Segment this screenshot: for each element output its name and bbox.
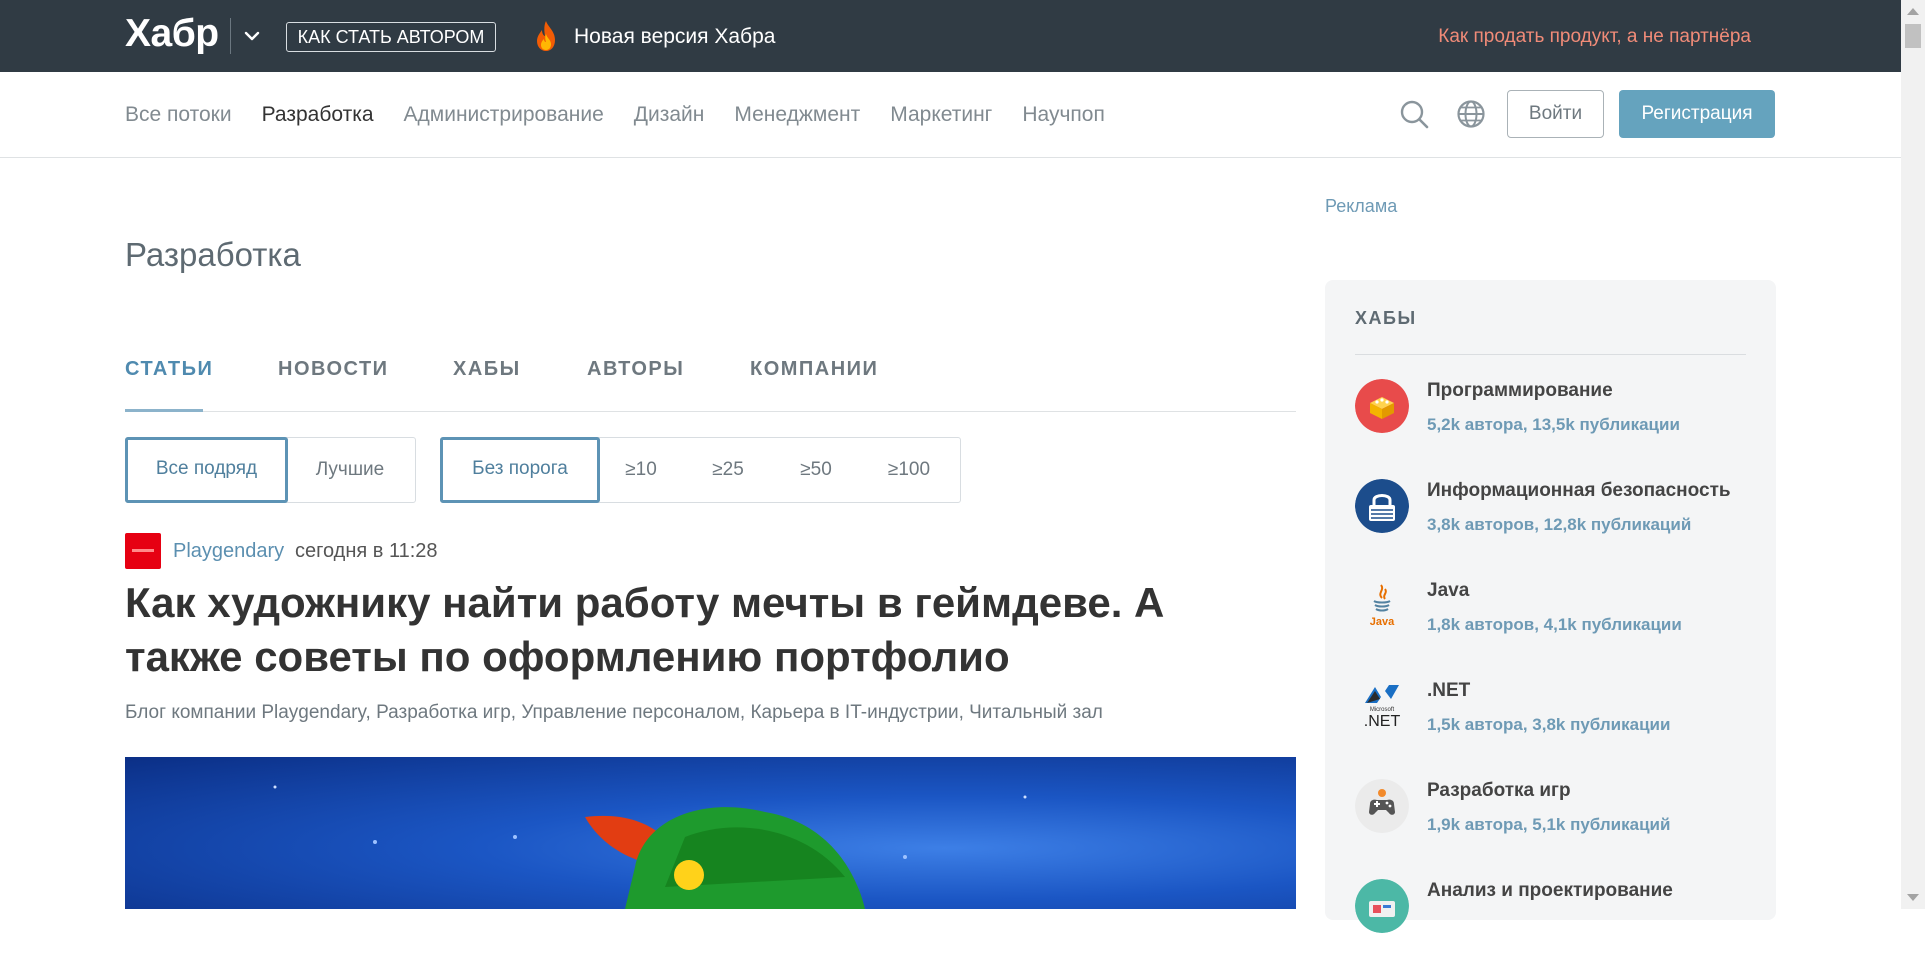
hub-stats: 3,8k авторов, 12,8k публикаций (1427, 515, 1692, 534)
hub-stats: 5,2k автора, 13,5k публикации (1427, 415, 1680, 434)
filter-rating-50[interactable]: ≥50 (773, 438, 859, 502)
flow-nav-list: Все потоки Разработка Администрирование … (125, 100, 1105, 130)
register-button[interactable]: Регистрация (1619, 90, 1775, 138)
hub-stats: 1,8k авторов, 4,1k публикации (1427, 615, 1682, 634)
tab-articles[interactable]: СТАТЬИ (125, 354, 213, 384)
cover-illustration (273, 785, 1027, 909)
habr-logo[interactable]: Хабр (125, 10, 219, 58)
rating-filter-group: Без порога ≥10 ≥25 ≥50 ≥100 (440, 437, 961, 503)
hub-name[interactable]: Анализ и проектирование (1427, 877, 1673, 905)
tab-companies[interactable]: КОМПАНИИ (750, 354, 878, 384)
sort-filter-group: Все подряд Лучшие (125, 437, 416, 503)
svg-text:.NET: .NET (1364, 713, 1401, 730)
nav-item-popsci[interactable]: Научпоп (1022, 100, 1104, 130)
globe-icon[interactable] (1455, 98, 1487, 130)
filter-all[interactable]: Все подряд (125, 437, 288, 503)
scroll-thumb[interactable] (1905, 24, 1921, 48)
hub-name[interactable]: .NET (1427, 677, 1470, 705)
nav-item-design[interactable]: Дизайн (634, 100, 705, 130)
top-bar: Хабр КАК СТАТЬ АВТОРОМ Новая версия Хабр… (0, 0, 1901, 72)
dotnet-icon: Microsoft .NET (1355, 679, 1409, 733)
nav-item-all-flows[interactable]: Все потоки (125, 100, 232, 130)
hub-name[interactable]: Информационная безопасность (1427, 477, 1731, 505)
hub-item[interactable]: Разработка игр 1,9k автора, 5,1k публика… (1355, 779, 1755, 859)
hub-name[interactable]: Java (1427, 577, 1469, 605)
tab-news[interactable]: НОВОСТИ (278, 354, 389, 384)
fire-icon (537, 21, 555, 51)
hubs-sidebar: ХАБЫ Программирование 5,2k автора, 13,5k… (1325, 280, 1776, 933)
company-avatar[interactable] (125, 533, 161, 569)
filter-rating-100[interactable]: ≥100 (859, 438, 959, 502)
scroll-up-arrow-icon[interactable] (1907, 8, 1919, 15)
login-button[interactable]: Войти (1507, 90, 1604, 138)
tab-authors[interactable]: АВТОРЫ (587, 354, 684, 384)
java-icon: Java (1355, 579, 1409, 633)
hubs-divider (1355, 354, 1746, 355)
post-cover-image[interactable] (125, 757, 1296, 909)
page-scrollbar[interactable] (1901, 0, 1925, 909)
security-icon (1355, 479, 1409, 533)
page-title: Разработка (125, 236, 301, 273)
hub-item[interactable]: Microsoft .NET .NET 1,5k автора, 3,8k пу… (1355, 679, 1755, 759)
analysis-icon (1355, 879, 1409, 933)
hub-name[interactable]: Разработка игр (1427, 777, 1571, 805)
chevron-down-icon[interactable] (240, 24, 264, 48)
company-name-link[interactable]: Playgendary (173, 536, 284, 566)
hub-item[interactable]: Анализ и проектирование (1355, 879, 1755, 959)
logo-divider (230, 18, 231, 54)
nav-item-development[interactable]: Разработка (262, 100, 374, 130)
ad-label: Реклама (1325, 196, 1398, 216)
hub-stats: 1,9k автора, 5,1k публикаций (1427, 815, 1671, 834)
nav-item-management[interactable]: Менеджмент (734, 100, 860, 130)
post-time: сегодня в 11:28 (295, 540, 438, 562)
filter-no-threshold[interactable]: Без порога (440, 437, 600, 503)
nav-item-marketing[interactable]: Маркетинг (890, 100, 992, 130)
filter-rating-10[interactable]: ≥10 (599, 438, 683, 502)
svg-text:Java: Java (1370, 616, 1395, 628)
hubs-title: ХАБЫ (1355, 308, 1417, 328)
new-version-link[interactable]: Новая версия Хабра (574, 22, 775, 52)
filter-best[interactable]: Лучшие (287, 438, 413, 502)
active-tab-indicator (125, 409, 203, 412)
main-nav: Все потоки Разработка Администрирование … (0, 72, 1901, 158)
content-tabs: СТАТЬИ НОВОСТИ ХАБЫ АВТОРЫ КОМПАНИИ (125, 340, 1296, 412)
post-title[interactable]: Как художнику найти работу мечты в геймд… (125, 576, 1275, 684)
hub-item[interactable]: Java Java 1,8k авторов, 4,1k публикации (1355, 579, 1755, 659)
gamedev-icon (1355, 779, 1409, 833)
search-icon[interactable] (1398, 98, 1430, 130)
hub-stats: 1,5k автора, 3,8k публикации (1427, 715, 1671, 734)
filter-rating-25[interactable]: ≥25 (683, 438, 773, 502)
hub-item[interactable]: Информационная безопасность 3,8k авторов… (1355, 479, 1755, 559)
hub-item[interactable]: Программирование 5,2k автора, 13,5k публ… (1355, 379, 1755, 459)
how-to-become-author-button[interactable]: КАК СТАТЬ АВТОРОМ (286, 22, 496, 52)
programming-icon (1355, 379, 1409, 433)
scroll-down-arrow-icon[interactable] (1907, 894, 1919, 901)
tab-hubs[interactable]: ХАБЫ (453, 354, 521, 384)
hub-name[interactable]: Программирование (1427, 377, 1613, 405)
post-hubs[interactable]: Блог компании Playgendary, Разработка иг… (125, 699, 1103, 727)
promo-link[interactable]: Как продать продукт, а не партнёра (1438, 22, 1751, 52)
nav-item-administration[interactable]: Администрирование (404, 100, 604, 130)
